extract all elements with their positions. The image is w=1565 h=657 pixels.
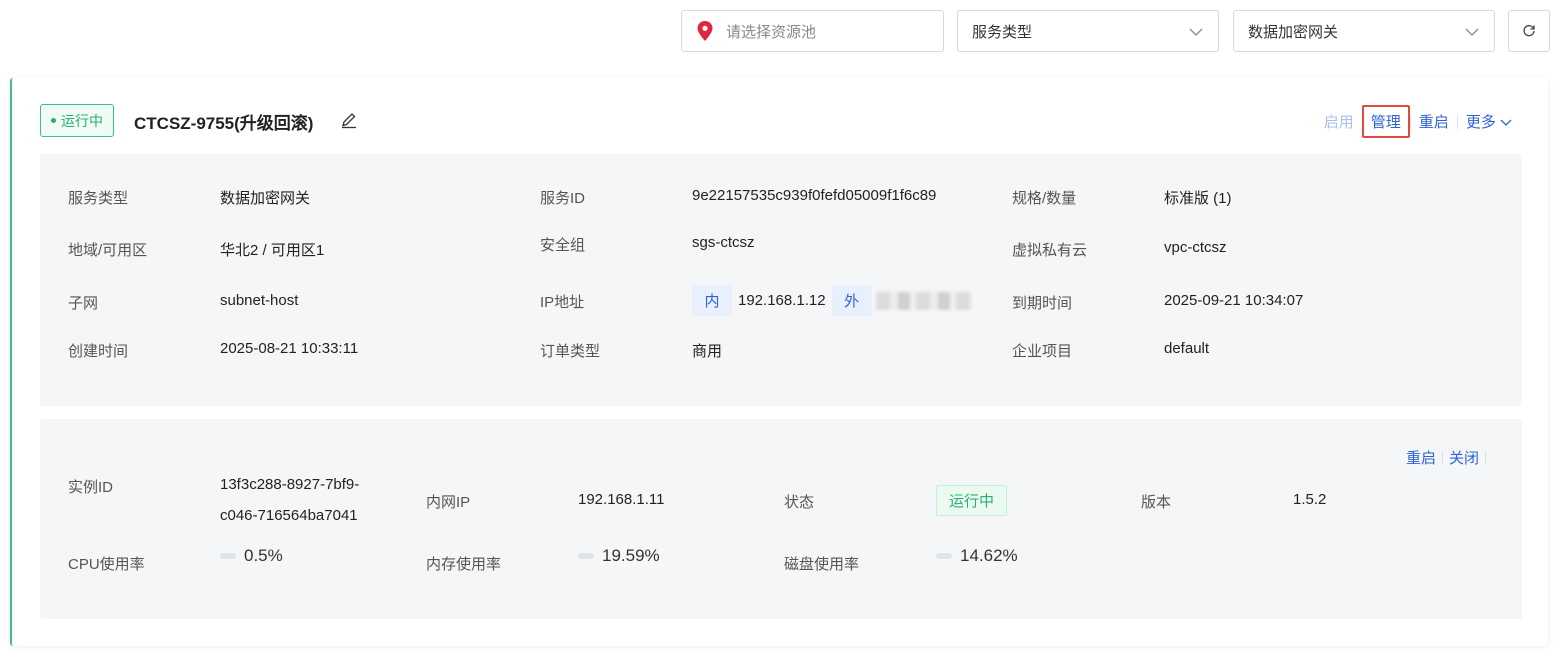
- chevron-down-icon: [1465, 28, 1479, 36]
- resource-pool-select[interactable]: 请选择资源池: [681, 10, 944, 52]
- instance-panel: 重启 关闭 实例ID 13f3c288-8927-7bf9- c046-7165…: [40, 419, 1522, 619]
- ip-address-group: 内 192.168.1.12 外: [692, 285, 972, 316]
- instance-status-badge: 运行中: [936, 485, 1008, 516]
- vpc-value: vpc-ctcsz: [1164, 239, 1227, 256]
- cpu-usage-label: CPU使用率: [68, 556, 145, 573]
- outer-ip-tag: 外: [831, 285, 872, 316]
- cpu-usage-meter: 0.5%: [220, 546, 283, 566]
- version-value: 1.5.2: [1293, 491, 1327, 508]
- security-group-label: 安全组: [540, 237, 586, 254]
- expire-value: 2025-09-21 10:34:07: [1164, 292, 1304, 309]
- instance-id-line1: 13f3c288-8927-7bf9-: [220, 476, 360, 493]
- chevron-down-icon: [1189, 28, 1203, 36]
- created-value: 2025-08-21 10:33:11: [220, 340, 359, 357]
- cpu-usage-value: 0.5%: [244, 546, 283, 565]
- service-id-value: 9e22157535c939f0fefd05009f1f6c89: [692, 187, 937, 204]
- expire-label: 到期时间: [1012, 295, 1073, 312]
- region-value: 华北2 / 可用区1: [220, 242, 325, 259]
- service-title: CTCSZ-9755(升级回滚): [134, 114, 314, 133]
- subnet-value: subnet-host: [220, 292, 299, 309]
- instance-close-button[interactable]: 关闭: [1443, 447, 1485, 468]
- spec-value: 标准版 (1): [1164, 190, 1232, 207]
- more-label: 更多: [1465, 114, 1496, 131]
- memory-usage-label: 内存使用率: [426, 556, 502, 573]
- product-select[interactable]: 数据加密网关: [1233, 10, 1495, 52]
- memory-usage-bar: [578, 553, 594, 559]
- service-card: 运行中 CTCSZ-9755(升级回滚) 启用 管理 重启 更多 服务类型 数据…: [10, 78, 1548, 646]
- order-type-value: 商用: [692, 343, 723, 360]
- enable-button[interactable]: 启用: [1316, 111, 1362, 132]
- refresh-icon: [1523, 25, 1535, 37]
- region-label: 地域/可用区: [68, 242, 148, 259]
- service-id-label: 服务ID: [540, 190, 586, 207]
- outer-ip-blurred: [875, 291, 972, 310]
- ip-address-label: IP地址: [540, 294, 585, 311]
- instance-status-label: 状态: [784, 494, 815, 511]
- security-group-value: sgs-ctcsz: [692, 234, 755, 251]
- inner-ip-value: 192.168.1.12: [738, 292, 826, 309]
- service-type-value: 数据加密网关: [220, 190, 311, 207]
- instance-actions: 重启 关闭: [1400, 447, 1486, 468]
- product-value: 数据加密网关: [1248, 23, 1339, 41]
- card-header: 运行中 CTCSZ-9755(升级回滚) 启用 管理 重启 更多: [40, 104, 1520, 138]
- instance-id-label: 实例ID: [68, 479, 114, 496]
- vpc-label: 虚拟私有云: [1012, 242, 1088, 259]
- intranet-ip-value: 192.168.1.11: [578, 491, 665, 508]
- cpu-usage-bar: [220, 553, 236, 559]
- order-type-label: 订单类型: [540, 343, 601, 360]
- manage-button[interactable]: 管理: [1361, 105, 1410, 138]
- instance-status-value: 运行中: [936, 485, 1008, 516]
- edit-icon[interactable]: [340, 111, 358, 129]
- filter-bar: 请选择资源池 服务类型 数据加密网关: [0, 10, 1565, 52]
- service-type-value: 服务类型: [972, 23, 1033, 41]
- memory-usage-meter: 19.59%: [578, 546, 660, 566]
- created-label: 创建时间: [68, 343, 129, 360]
- intranet-ip-label: 内网IP: [426, 494, 471, 511]
- status-badge: 运行中: [40, 104, 114, 137]
- disk-usage-value: 14.62%: [960, 546, 1018, 565]
- instance-id-value: 13f3c288-8927-7bf9- c046-716564ba7041: [220, 469, 359, 531]
- memory-usage-value: 19.59%: [602, 546, 660, 565]
- inner-ip-tag: 内: [692, 285, 732, 316]
- status-text: 运行中: [61, 112, 103, 129]
- restart-button[interactable]: 重启: [1411, 111, 1457, 132]
- disk-usage-bar: [936, 553, 952, 559]
- divider: [1485, 450, 1486, 465]
- project-label: 企业项目: [1012, 343, 1073, 360]
- refresh-button[interactable]: [1508, 10, 1550, 52]
- version-label: 版本: [1141, 494, 1172, 511]
- instance-id-line2: c046-716564ba7041: [220, 507, 358, 524]
- service-type-select[interactable]: 服务类型: [957, 10, 1219, 52]
- instance-restart-button[interactable]: 重启: [1400, 447, 1442, 468]
- disk-usage-meter: 14.62%: [936, 546, 1018, 566]
- chevron-down-icon: [1500, 119, 1512, 126]
- service-info-panel: 服务类型 数据加密网关 服务ID 9e22157535c939f0fefd050…: [40, 154, 1522, 406]
- status-dot-icon: [51, 118, 56, 123]
- subnet-label: 子网: [68, 295, 99, 312]
- card-actions: 启用 管理 重启 更多: [1316, 105, 1520, 138]
- resource-pool-placeholder: 请选择资源池: [726, 23, 817, 41]
- disk-usage-label: 磁盘使用率: [784, 556, 860, 573]
- project-value: default: [1164, 340, 1210, 357]
- service-type-label: 服务类型: [68, 190, 129, 207]
- spec-label: 规格/数量: [1012, 190, 1077, 207]
- location-pin-icon: [697, 21, 713, 41]
- more-button[interactable]: 更多: [1458, 111, 1520, 132]
